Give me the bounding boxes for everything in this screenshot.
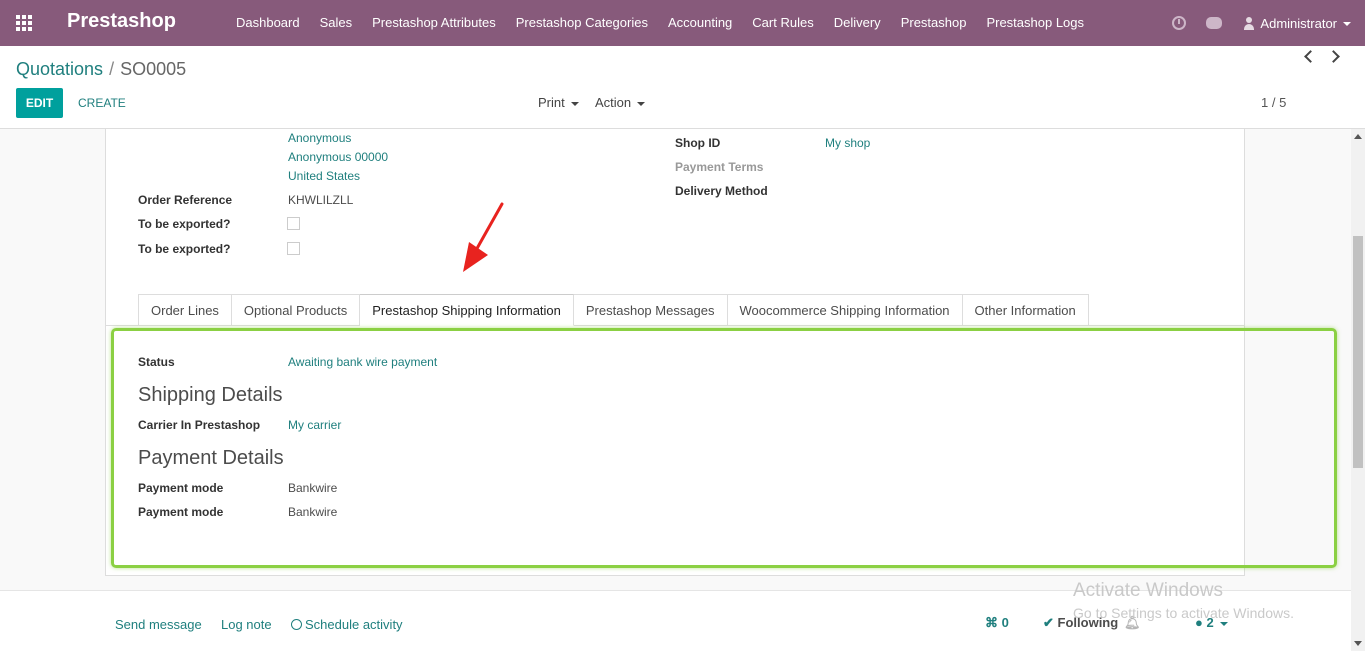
chevron-down-icon xyxy=(1219,621,1228,626)
address-line-1[interactable]: Anonymous xyxy=(288,131,351,145)
breadcrumb-current: SO0005 xyxy=(120,59,187,79)
to-be-exported-label-2: To be exported? xyxy=(138,242,231,256)
user-menu[interactable]: Administrator xyxy=(1260,16,1351,31)
carrier-value[interactable]: My carrier xyxy=(288,418,341,432)
order-reference-label: Order Reference xyxy=(138,193,233,207)
shipping-details-title: Shipping Details xyxy=(138,384,283,406)
chevron-down-icon xyxy=(637,101,646,106)
payment-details-title: Payment Details xyxy=(138,447,284,469)
address-line-2[interactable]: Anonymous 00000 xyxy=(288,150,388,164)
send-message-button[interactable]: Send message xyxy=(115,617,202,632)
app-brand[interactable]: Prestashop xyxy=(67,10,176,33)
payment-mode-label-1: Payment mode xyxy=(138,481,224,495)
clock-icon[interactable] xyxy=(1172,16,1187,30)
to-be-exported-checkbox-2[interactable] xyxy=(287,242,300,255)
menu-item-cart-rules[interactable]: Cart Rules xyxy=(742,0,823,46)
tab-prestashop-shipping-information[interactable]: Prestashop Shipping Information xyxy=(360,294,574,326)
menu-item-delivery[interactable]: Delivery xyxy=(824,0,891,46)
order-reference-value: KHWLILZLL xyxy=(288,193,354,207)
tab-woocommerce-shipping-information[interactable]: Woocommerce Shipping Information xyxy=(727,294,963,326)
vertical-scrollbar[interactable] xyxy=(1351,129,1365,651)
menu-item-accounting[interactable]: Accounting xyxy=(658,0,742,46)
check-icon: ✔ xyxy=(1043,615,1054,630)
control-panel: Quotations / SO0005 EDIT CREATE Print Acti… xyxy=(0,46,1365,129)
breadcrumb-quotations[interactable]: Quotations xyxy=(16,59,103,79)
breadcrumb-separator: / xyxy=(109,59,115,79)
scroll-up-icon[interactable] xyxy=(1354,134,1362,139)
menu-item-prestashop-attributes[interactable]: Prestashop Attributes xyxy=(362,0,506,46)
menu-item-prestashop-logs[interactable]: Prestashop Logs xyxy=(976,0,1094,46)
chevron-down-icon xyxy=(570,101,579,106)
windows-watermark-title: Activate Windows xyxy=(1073,580,1223,601)
tab-order-lines[interactable]: Order Lines xyxy=(138,294,232,326)
edit-button[interactable]: EDIT xyxy=(16,88,63,118)
to-be-exported-label-1: To be exported? xyxy=(138,217,231,231)
tab-prestashop-messages[interactable]: Prestashop Messages xyxy=(573,294,728,326)
status-label: Status xyxy=(138,355,175,369)
windows-watermark-subtitle: Go to Settings to activate Windows. xyxy=(1073,605,1294,621)
top-navbar: Prestashop Dashboard Sales Prestashop At… xyxy=(0,0,1365,46)
log-note-button[interactable]: Log note xyxy=(221,617,272,632)
carrier-label: Carrier In Prestashop xyxy=(138,418,261,432)
annotation-arrow xyxy=(463,202,504,272)
print-label: Print xyxy=(538,95,565,110)
menu-item-prestashop[interactable]: Prestashop xyxy=(891,0,977,46)
navbar-systray: Administrator xyxy=(1172,0,1351,46)
notebook-tabs: Order Lines Optional Products Prestashop… xyxy=(138,294,1089,326)
paperclip-icon: ⌘ xyxy=(985,615,998,630)
main-menu: Dashboard Sales Prestashop Attributes Pr… xyxy=(226,0,1094,46)
to-be-exported-checkbox-1[interactable] xyxy=(287,217,300,230)
menu-item-sales[interactable]: Sales xyxy=(310,0,363,46)
scrollbar-thumb[interactable] xyxy=(1353,236,1363,468)
schedule-activity-label: Schedule activity xyxy=(305,617,403,632)
action-label: Action xyxy=(595,95,632,110)
attachments-button[interactable]: ⌘ 0 xyxy=(985,615,1009,631)
payment-mode-value-1: Bankwire xyxy=(288,481,338,495)
status-value[interactable]: Awaiting bank wire payment xyxy=(288,355,437,369)
user-icon xyxy=(1244,16,1255,30)
clock-icon xyxy=(291,619,302,630)
create-button[interactable]: CREATE xyxy=(78,88,126,118)
shop-id-label: Shop ID xyxy=(675,136,721,150)
schedule-activity-button[interactable]: Schedule activity xyxy=(291,617,403,632)
pager-value[interactable]: 1 / 5 xyxy=(1261,88,1286,118)
menu-item-dashboard[interactable]: Dashboard xyxy=(226,0,310,46)
address-line-3[interactable]: United States xyxy=(288,169,360,183)
apps-grid-icon[interactable] xyxy=(16,15,34,31)
print-dropdown[interactable]: Print xyxy=(538,88,579,118)
menu-item-prestashop-categories[interactable]: Prestashop Categories xyxy=(506,0,658,46)
user-name: Administrator xyxy=(1260,15,1337,31)
chevron-down-icon xyxy=(1343,22,1351,27)
payment-terms-label: Payment Terms xyxy=(675,160,764,174)
tab-other-information[interactable]: Other Information xyxy=(962,294,1089,326)
action-dropdown[interactable]: Action xyxy=(595,88,646,118)
payment-mode-value-2: Bankwire xyxy=(288,505,338,519)
attachments-count: 0 xyxy=(1001,615,1009,630)
chat-icon[interactable] xyxy=(1206,17,1223,29)
shop-id-value[interactable]: My shop xyxy=(825,136,870,150)
scroll-down-icon[interactable] xyxy=(1354,641,1362,646)
tab-optional-products[interactable]: Optional Products xyxy=(231,294,361,326)
delivery-method-label: Delivery Method xyxy=(675,184,768,198)
payment-mode-label-2: Payment mode xyxy=(138,505,224,519)
breadcrumb: Quotations / SO0005 xyxy=(16,59,186,80)
